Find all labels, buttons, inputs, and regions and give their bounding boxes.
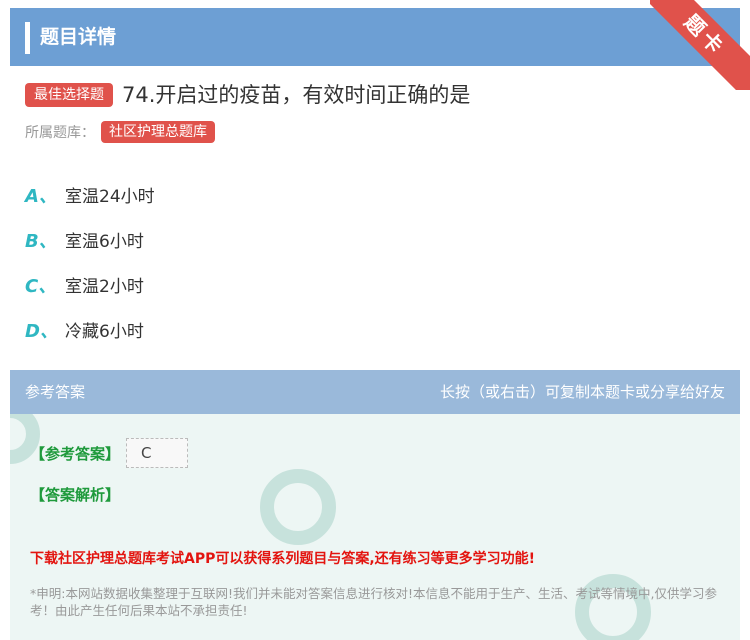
header-bar: 题目详情 <box>10 8 740 66</box>
option-text: 室温2小时 <box>65 277 144 297</box>
option-d[interactable]: D、 冷藏6小时 <box>25 307 155 352</box>
disclaimer-text: *申明:本网站数据收集整理于互联网!我们并未能对答案信息进行核对!本信息不能用于… <box>30 586 717 618</box>
answer-section-header: 参考答案 长按（或右击）可复制本题卡或分享给好友 <box>10 370 740 414</box>
option-letter: C、 <box>25 275 57 297</box>
question-card-page: 题目详情 题卡 最佳选择题 74.开启过的疫苗，有效时间正确的是 所属题库： 社… <box>0 0 750 640</box>
question-text: 74.开启过的疫苗，有效时间正确的是 <box>122 83 471 107</box>
option-letter: A、 <box>25 185 57 207</box>
option-text: 室温6小时 <box>65 232 144 252</box>
app-download-link[interactable]: 下载社区护理总题库考试APP可以获得系列题目与答案,还有练习等更多学习功能! <box>30 548 535 568</box>
answer-section-body: 【参考答案】 C 【答案解析】 下载社区护理总题库考试APP可以获得系列题目与答… <box>10 414 740 640</box>
reference-answer-value: C <box>126 438 189 468</box>
answer-section-title: 参考答案 <box>25 383 86 401</box>
page-title: 题目详情 <box>40 26 117 48</box>
options-list: A、 室温24小时 B、 室温6小时 C、 室温2小时 D、 冷藏6小时 <box>25 172 155 352</box>
share-hint: 长按（或右击）可复制本题卡或分享给好友 <box>439 383 725 401</box>
option-text: 室温24小时 <box>65 187 155 207</box>
option-c[interactable]: C、 室温2小时 <box>25 262 155 307</box>
option-text: 冷藏6小时 <box>65 322 144 342</box>
ribbon-label[interactable]: 题卡 <box>650 0 750 90</box>
analysis-label: 【答案解析】 <box>30 486 121 504</box>
bank-label: 所属题库： <box>25 125 95 141</box>
bank-link[interactable]: 社区护理总题库 <box>101 121 215 143</box>
question-type-badge: 最佳选择题 <box>25 83 113 107</box>
corner-ribbon[interactable]: 题卡 <box>650 0 750 90</box>
question-row: 最佳选择题 74.开启过的疫苗，有效时间正确的是 <box>25 80 470 110</box>
reference-answer-label: 【参考答案】 <box>30 444 121 463</box>
bank-row: 所属题库： 社区护理总题库 <box>25 120 215 144</box>
header-accent-bar <box>25 22 30 54</box>
option-letter: B、 <box>25 230 57 252</box>
watermark-logo-icon <box>260 469 336 545</box>
option-a[interactable]: A、 室温24小时 <box>25 172 155 217</box>
option-letter: D、 <box>25 320 58 342</box>
reference-answer-row: 【参考答案】 C <box>30 438 189 468</box>
option-b[interactable]: B、 室温6小时 <box>25 217 155 262</box>
